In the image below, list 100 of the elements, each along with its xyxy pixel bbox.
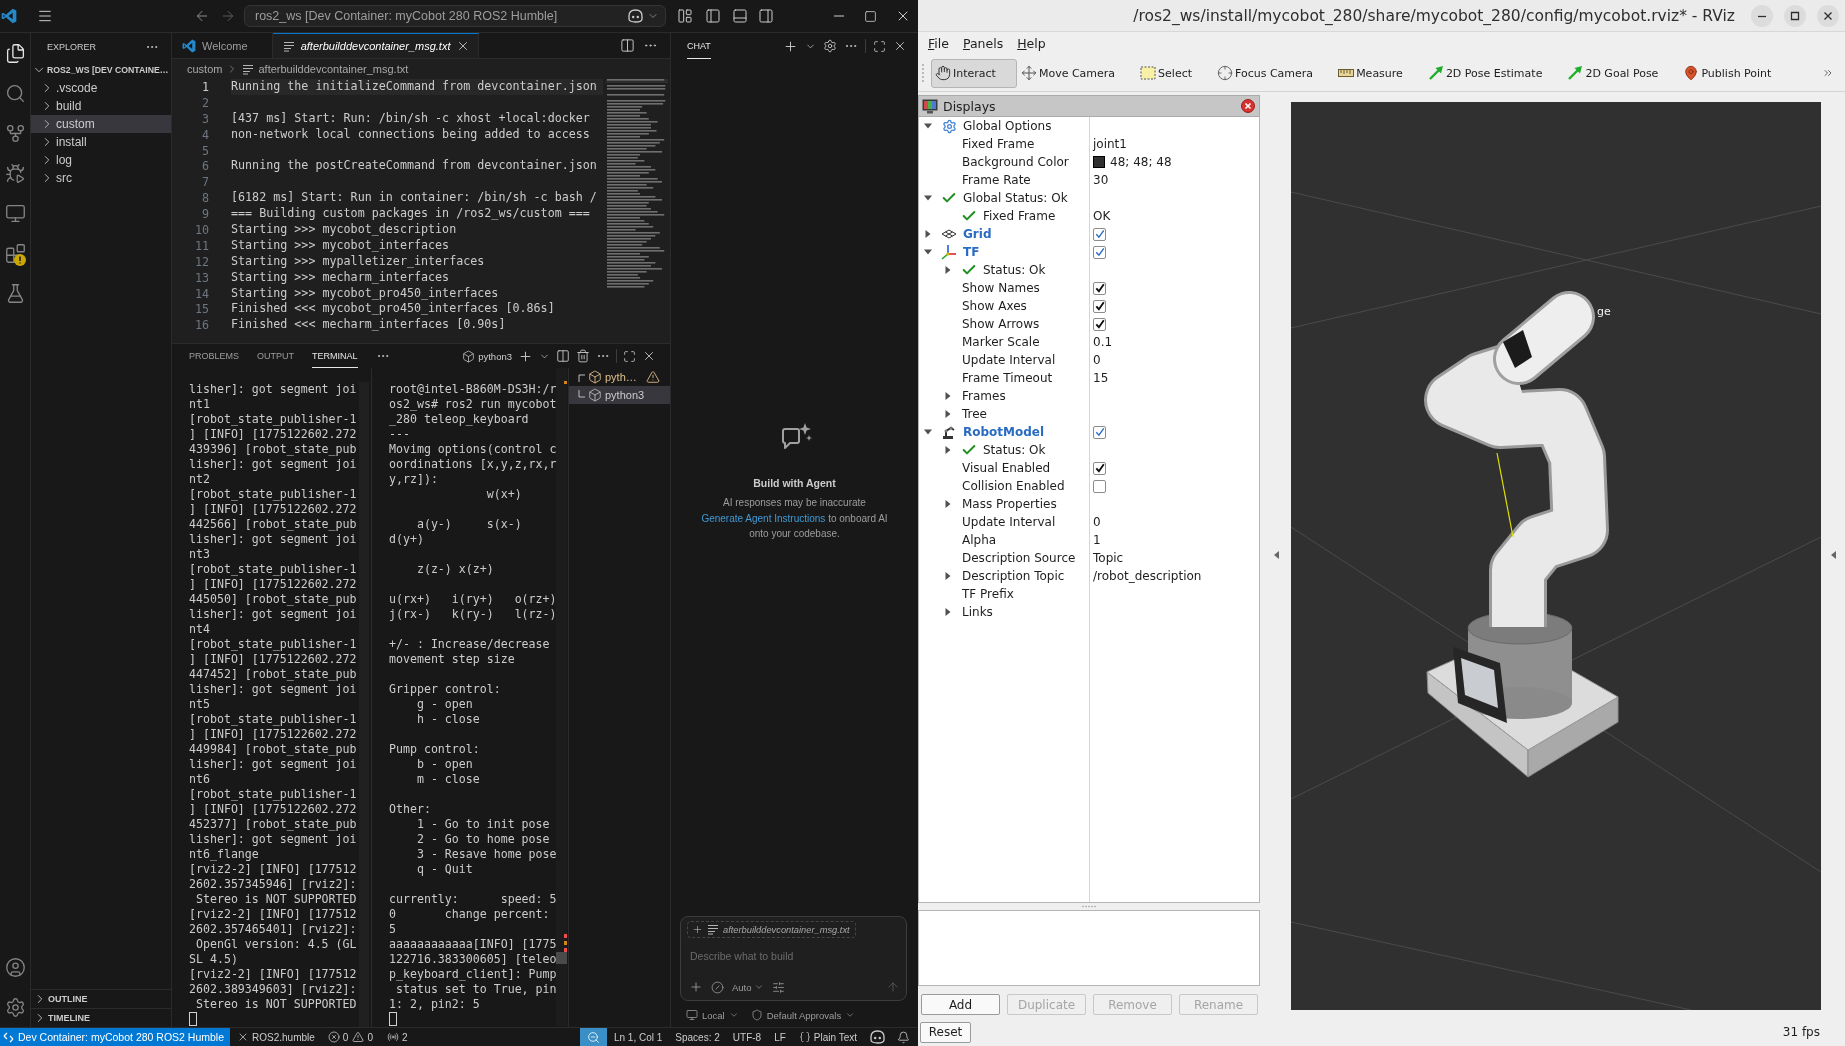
- property-name[interactable]: Status: Ok: [983, 443, 1046, 457]
- goggles-icon[interactable]: [628, 9, 643, 23]
- workspace-folder[interactable]: ROS2_WS [DEV CONTAINE…: [31, 61, 171, 79]
- triangle-down-icon[interactable]: [924, 194, 932, 202]
- layout-icon[interactable]: [677, 8, 693, 24]
- section-header[interactable]: TIMELINE: [31, 1008, 171, 1027]
- terminal-list-item[interactable]: pyth…: [569, 368, 670, 386]
- collapse-arrow-icon[interactable]: [1830, 551, 1836, 559]
- panel-bottom-icon[interactable]: [732, 8, 748, 24]
- display-name[interactable]: RobotModel: [963, 425, 1045, 439]
- settings-icon[interactable]: [4, 996, 26, 1018]
- breadcrumb-item[interactable]: custom: [187, 63, 223, 75]
- split-editor-icon[interactable]: [620, 38, 635, 53]
- panel-button[interactable]: Add: [921, 994, 1000, 1015]
- folder-item[interactable]: src: [31, 169, 171, 187]
- tool-button[interactable]: 2D Pose Estimate: [1423, 58, 1564, 88]
- checkbox[interactable]: [1093, 425, 1106, 439]
- triangle-down-icon[interactable]: [924, 428, 932, 436]
- plus-icon[interactable]: [518, 348, 533, 364]
- menu-item[interactable]: Panels: [955, 36, 1011, 51]
- tool-button[interactable]: 2D Goal Pose: [1563, 58, 1680, 88]
- property-name[interactable]: Status: Ok: [983, 263, 1046, 277]
- triangle-right-icon[interactable]: [944, 446, 952, 454]
- files-icon[interactable]: [4, 42, 26, 64]
- property-name[interactable]: TF Prefix: [962, 587, 1014, 601]
- triangle-right-icon[interactable]: [944, 392, 952, 400]
- property-name[interactable]: Description Topic: [962, 569, 1065, 583]
- close-icon[interactable]: [1241, 99, 1255, 113]
- remote-indicator[interactable]: Dev Container: myCobot 280 ROS2 Humble: [0, 1028, 230, 1046]
- triangle-right-icon[interactable]: [944, 410, 952, 418]
- folder-item[interactable]: .vscode: [31, 79, 171, 97]
- property-name[interactable]: Collision Enabled: [962, 479, 1065, 493]
- checkbox[interactable]: [1093, 461, 1106, 475]
- property-name[interactable]: Fixed Frame: [983, 209, 1056, 223]
- panel-right-icon[interactable]: [758, 8, 774, 24]
- breadcrumb-item[interactable]: afterbuilddevcontainer_msg.txt: [258, 63, 409, 75]
- property-name[interactable]: Tree: [962, 407, 987, 421]
- location-dropdown[interactable]: Local: [686, 1009, 739, 1021]
- panel-tab[interactable]: TERMINAL: [312, 344, 358, 368]
- maximize-icon[interactable]: [873, 39, 886, 53]
- status-item[interactable]: Ln 1, Col 1: [613, 1031, 663, 1043]
- more-tools-icon[interactable]: [1822, 67, 1834, 79]
- folder-item[interactable]: log: [31, 151, 171, 169]
- tool-button[interactable]: Interact: [931, 58, 1017, 88]
- checkbox[interactable]: [1093, 317, 1106, 331]
- checkbox[interactable]: [1093, 479, 1106, 493]
- property-name[interactable]: Description Source: [962, 551, 1076, 565]
- split-icon[interactable]: [556, 349, 570, 363]
- reset-button[interactable]: Reset: [920, 1021, 971, 1043]
- folder-item[interactable]: custom: [31, 115, 171, 133]
- property-name[interactable]: Global Status: Ok: [963, 191, 1068, 205]
- property-name[interactable]: Visual Enabled: [962, 461, 1051, 475]
- display-name[interactable]: Grid: [963, 227, 992, 241]
- menu-icon[interactable]: [37, 8, 53, 24]
- attachment-chip[interactable]: afterbuilddevcontainer_msg.txt: [687, 921, 856, 938]
- goggles-icon[interactable]: [870, 1030, 885, 1044]
- tool-button[interactable]: Publish Point: [1679, 58, 1793, 88]
- checkbox[interactable]: [1093, 227, 1106, 241]
- checkbox[interactable]: [1093, 299, 1106, 313]
- property-name[interactable]: Links: [962, 605, 993, 619]
- maximize-icon[interactable]: [623, 349, 636, 363]
- section-header[interactable]: OUTLINE: [31, 989, 171, 1008]
- zoom-indicator[interactable]: [579, 1028, 607, 1046]
- property-name[interactable]: Show Axes: [962, 299, 1027, 313]
- branch-icon[interactable]: [4, 122, 26, 144]
- property-name[interactable]: Update Interval: [962, 353, 1056, 367]
- bell-icon[interactable]: [897, 1030, 910, 1044]
- generate-instructions-link[interactable]: Generate Agent Instructions: [701, 513, 826, 524]
- panel-tab[interactable]: PROBLEMS: [189, 344, 239, 368]
- chat-input-field[interactable]: Describe what to build: [687, 946, 887, 966]
- property-name[interactable]: Fixed Frame: [962, 137, 1035, 151]
- tool-button[interactable]: Focus Camera: [1213, 58, 1335, 88]
- status-item[interactable]: 2: [386, 1031, 408, 1043]
- status-item[interactable]: 0: [327, 1031, 349, 1043]
- display-name[interactable]: TF: [963, 245, 980, 259]
- checkbox[interactable]: [1093, 245, 1106, 259]
- maximize-icon[interactable]: [1784, 4, 1806, 27]
- tool-button[interactable]: Measure: [1334, 58, 1424, 88]
- approvals-dropdown[interactable]: Default Approvals: [750, 1009, 856, 1021]
- status-item[interactable]: UTF-8: [732, 1031, 762, 1043]
- status-item[interactable]: 0: [352, 1031, 373, 1043]
- maximize-icon[interactable]: [864, 9, 877, 23]
- status-item[interactable]: ROS2.humble: [237, 1031, 315, 1043]
- triangle-right-icon[interactable]: [944, 608, 952, 616]
- close-icon[interactable]: [642, 349, 656, 363]
- property-name[interactable]: Marker Scale: [962, 335, 1040, 349]
- property-name[interactable]: Background Color: [962, 155, 1069, 169]
- triangle-down-icon[interactable]: [924, 248, 932, 256]
- property-name[interactable]: Update Interval: [962, 515, 1056, 529]
- menu-item[interactable]: File: [921, 36, 956, 51]
- triangle-right-icon[interactable]: [944, 572, 952, 580]
- folder-item[interactable]: build: [31, 97, 171, 115]
- menu-item[interactable]: Help: [1010, 36, 1053, 51]
- property-name[interactable]: Frame Timeout: [962, 371, 1053, 385]
- status-item[interactable]: Plain Text: [798, 1031, 857, 1043]
- triangle-right-icon[interactable]: [924, 230, 932, 238]
- play-bug-icon[interactable]: [4, 162, 26, 184]
- collapse-arrow-icon[interactable]: [1274, 551, 1279, 559]
- status-item[interactable]: LF: [774, 1031, 786, 1043]
- editor-tab[interactable]: afterbuilddevcontainer_msg.txt: [272, 33, 480, 58]
